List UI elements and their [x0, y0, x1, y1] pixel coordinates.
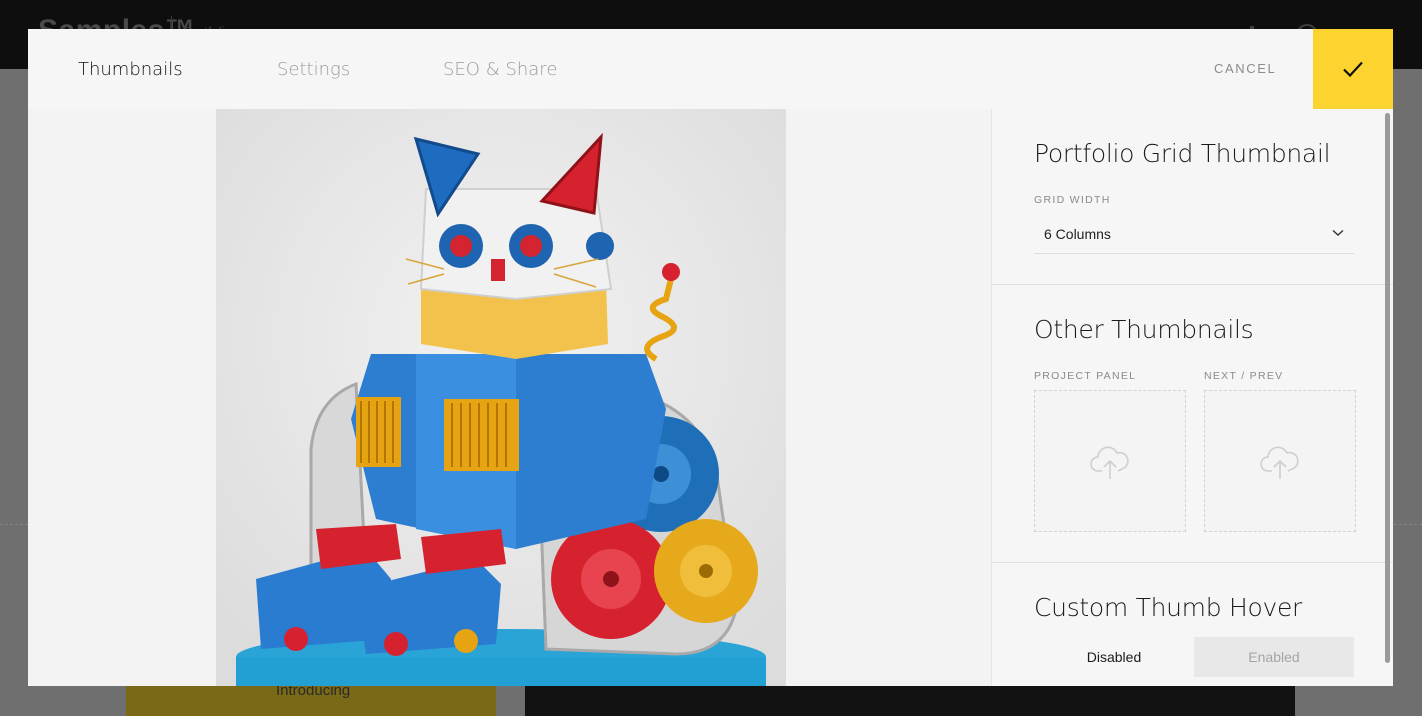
thumbnail-editor-modal: Thumbnails Settings SEO & Share CANCEL P…	[28, 29, 1393, 686]
preview-image[interactable]	[216, 109, 786, 686]
section-divider	[992, 562, 1393, 563]
cloud-upload-icon	[1260, 446, 1299, 479]
cancel-button[interactable]: CANCEL	[1214, 61, 1276, 76]
robot-cat-illustration	[216, 109, 786, 686]
project-panel-upload[interactable]	[1034, 390, 1186, 532]
hover-disabled-option[interactable]: Disabled	[1034, 637, 1194, 677]
grid-thumbnail-title: Portfolio Grid Thumbnail	[1034, 139, 1331, 168]
chevron-down-icon	[1332, 229, 1344, 236]
confirm-button[interactable]	[1313, 29, 1393, 109]
grid-width-value: 6 Columns	[1044, 226, 1111, 242]
grid-width-select[interactable]: 6 Columns	[1034, 213, 1354, 254]
panel-scrollbar[interactable]	[1385, 113, 1390, 663]
check-icon	[1343, 61, 1363, 78]
tab-thumbnails[interactable]: Thumbnails	[78, 59, 183, 80]
section-divider	[992, 284, 1393, 285]
custom-thumb-hover-title: Custom Thumb Hover	[1034, 593, 1303, 622]
thumbnail-preview	[28, 109, 991, 686]
next-prev-upload[interactable]	[1204, 390, 1356, 532]
thumbnail-settings-panel: Portfolio Grid Thumbnail GRID WIDTH 6 Co…	[991, 109, 1393, 686]
grid-width-label: GRID WIDTH	[1034, 194, 1111, 206]
cloud-upload-icon	[1090, 446, 1129, 479]
project-panel-label: PROJECT PANEL	[1034, 370, 1137, 382]
other-thumbnails-title: Other Thumbnails	[1034, 315, 1254, 344]
tab-settings[interactable]: Settings	[277, 59, 350, 80]
modal-header: Thumbnails Settings SEO & Share CANCEL	[28, 29, 1393, 109]
hover-enabled-option[interactable]: Enabled	[1194, 637, 1354, 677]
tab-seo-share[interactable]: SEO & Share	[443, 59, 557, 80]
background-tile-dark	[525, 686, 1295, 716]
next-prev-label: NEXT / PREV	[1204, 370, 1284, 382]
hover-toggle: Disabled Enabled	[1034, 637, 1354, 677]
